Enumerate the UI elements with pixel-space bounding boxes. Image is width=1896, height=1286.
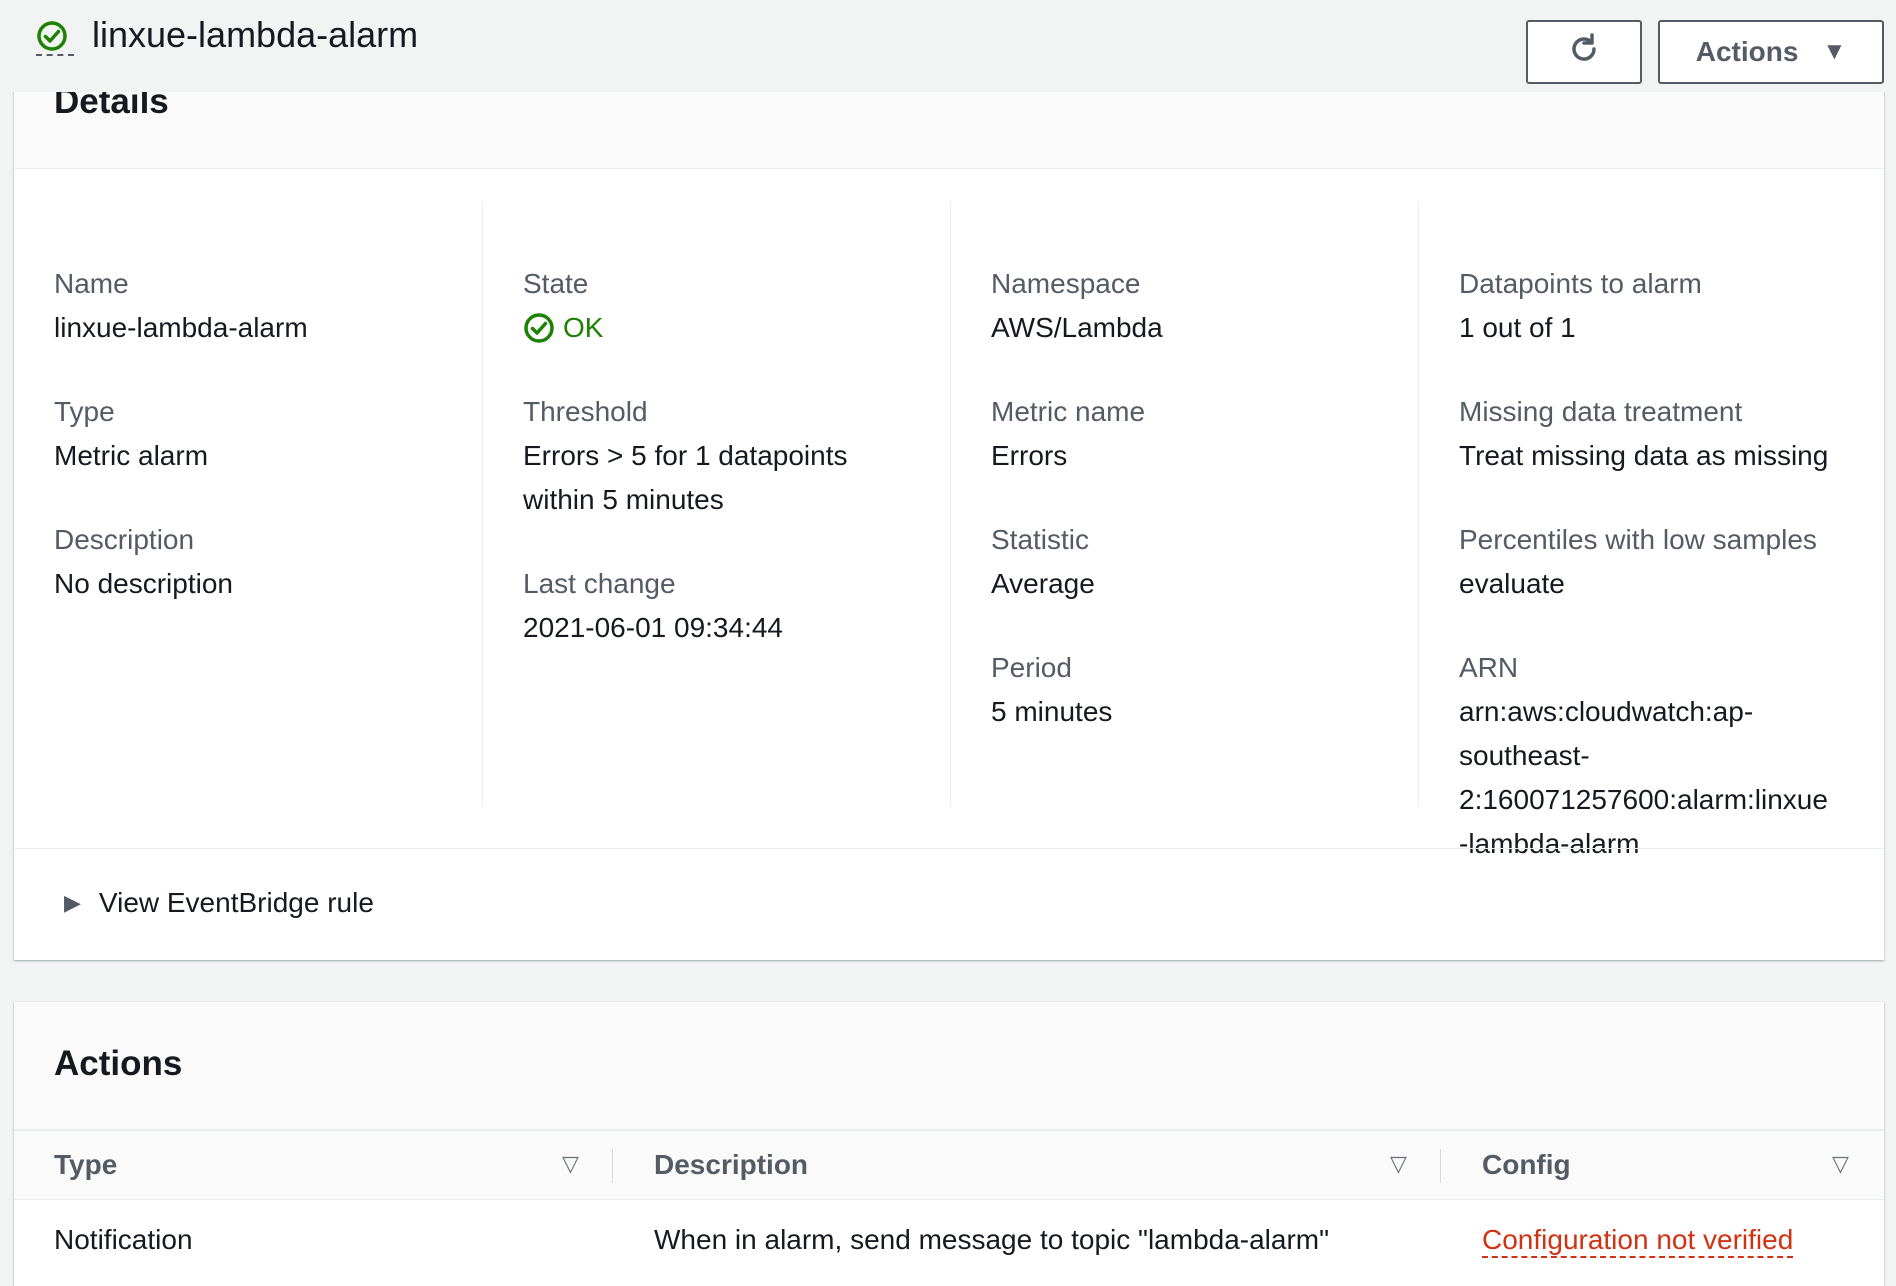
status-ok-icon bbox=[524, 313, 554, 343]
refresh-button[interactable] bbox=[1526, 20, 1642, 84]
state-label: State bbox=[523, 268, 589, 299]
details-column-3: Namespace AWS/Lambda Metric name Errors … bbox=[950, 202, 1418, 806]
config-not-verified-link[interactable]: Configuration not verified bbox=[1482, 1224, 1794, 1258]
last-change-field: Last change 2021-06-01 09:34:44 bbox=[523, 562, 783, 650]
actions-table-header: Type ▽ Description ▽ Config ▽ bbox=[14, 1130, 1884, 1200]
details-column-1: Name linxue-lambda-alarm Type Metric ala… bbox=[14, 202, 482, 806]
sort-icon[interactable]: ▽ bbox=[1832, 1151, 1849, 1177]
details-panel: Details Name linxue-lambda-alarm Type Me… bbox=[14, 60, 1884, 960]
details-column-4: Datapoints to alarm 1 out of 1 Missing d… bbox=[1418, 202, 1884, 859]
caret-down-icon: ▼ bbox=[1822, 38, 1847, 65]
column-divider[interactable] bbox=[612, 1149, 613, 1183]
arn-value-line-3: 2:160071257600:alarm:linxue bbox=[1459, 784, 1828, 815]
state-field: State OK bbox=[523, 262, 603, 350]
type-label: Type bbox=[54, 396, 115, 427]
name-field: Name linxue-lambda-alarm bbox=[54, 262, 308, 350]
last-change-value: 2021-06-01 09:34:44 bbox=[523, 612, 783, 643]
actions-panel: Actions Type ▽ Description ▽ Config ▽ No… bbox=[14, 1002, 1884, 1286]
threshold-value-line-1: Errors > 5 for 1 datapoints bbox=[523, 440, 848, 471]
state-text: OK bbox=[563, 312, 604, 343]
datapoints-value: 1 out of 1 bbox=[1459, 312, 1576, 343]
description-value: No description bbox=[54, 568, 233, 599]
column-divider[interactable] bbox=[1440, 1149, 1441, 1183]
actions-title: Actions bbox=[54, 1044, 183, 1083]
statistic-label: Statistic bbox=[991, 524, 1090, 555]
actions-panel-header: Actions bbox=[14, 1002, 1884, 1130]
period-field: Period 5 minutes bbox=[991, 646, 1112, 734]
statistic-value: Average bbox=[991, 568, 1095, 599]
metric-name-value: Errors bbox=[991, 440, 1068, 471]
sort-icon[interactable]: ▽ bbox=[562, 1151, 579, 1177]
period-value: 5 minutes bbox=[991, 696, 1113, 727]
datapoints-label: Datapoints to alarm bbox=[1459, 268, 1702, 299]
name-label: Name bbox=[54, 268, 129, 299]
namespace-field: Namespace AWS/Lambda bbox=[991, 262, 1163, 350]
actions-dropdown-label: Actions bbox=[1695, 36, 1799, 67]
statistic-field: Statistic Average bbox=[991, 518, 1095, 606]
percentiles-label: Percentiles with low samples bbox=[1459, 524, 1817, 555]
arn-label: ARN bbox=[1459, 652, 1519, 683]
threshold-label: Threshold bbox=[523, 396, 648, 427]
metric-name-label: Metric name bbox=[991, 396, 1146, 427]
datapoints-field: Datapoints to alarm 1 out of 1 bbox=[1459, 262, 1702, 350]
threshold-field: Threshold Errors > 5 for 1 datapoints wi… bbox=[523, 390, 848, 522]
status-ok-icon[interactable] bbox=[36, 14, 74, 56]
eventbridge-label: View EventBridge rule bbox=[98, 887, 374, 918]
row-type-cell: Notification bbox=[54, 1224, 193, 1255]
description-field: Description No description bbox=[54, 518, 233, 606]
actions-dropdown-button[interactable]: Actions ▼ bbox=[1658, 20, 1884, 84]
column-header-config[interactable]: Config bbox=[1482, 1131, 1571, 1199]
details-columns: Name linxue-lambda-alarm Type Metric ala… bbox=[14, 202, 1884, 866]
type-field: Type Metric alarm bbox=[54, 390, 208, 478]
arn-field: ARN arn:aws:cloudwatch:ap- southeast- 2:… bbox=[1459, 646, 1828, 866]
eventbridge-section: ▶ View EventBridge rule bbox=[14, 848, 1884, 962]
missing-data-label: Missing data treatment bbox=[1459, 396, 1743, 427]
eventbridge-expand-toggle[interactable]: ▶ View EventBridge rule bbox=[64, 887, 374, 919]
column-header-description[interactable]: Description bbox=[654, 1131, 808, 1199]
threshold-value-line-2: within 5 minutes bbox=[523, 484, 724, 515]
state-value: OK bbox=[523, 306, 603, 350]
row-description-cell: When in alarm, send message to topic "la… bbox=[654, 1224, 1330, 1255]
page-header: linxue-lambda-alarm Actions ▼ bbox=[0, 0, 1896, 92]
missing-data-field: Missing data treatment Treat missing dat… bbox=[1459, 390, 1828, 478]
title-group: linxue-lambda-alarm bbox=[36, 14, 418, 56]
percentiles-field: Percentiles with low samples evaluate bbox=[1459, 518, 1817, 606]
period-label: Period bbox=[991, 652, 1072, 683]
namespace-label: Namespace bbox=[991, 268, 1141, 299]
refresh-icon bbox=[1566, 31, 1602, 74]
table-row: Notification When in alarm, send message… bbox=[14, 1200, 1884, 1286]
name-value: linxue-lambda-alarm bbox=[54, 312, 308, 343]
metric-name-field: Metric name Errors bbox=[991, 390, 1145, 478]
missing-data-value: Treat missing data as missing bbox=[1459, 440, 1829, 471]
caret-right-icon: ▶ bbox=[64, 890, 81, 915]
last-change-label: Last change bbox=[523, 568, 676, 599]
arn-value-line-1: arn:aws:cloudwatch:ap- bbox=[1459, 696, 1754, 727]
namespace-value: AWS/Lambda bbox=[991, 312, 1163, 343]
page-title: linxue-lambda-alarm bbox=[92, 14, 419, 55]
type-value: Metric alarm bbox=[54, 440, 209, 471]
percentiles-value: evaluate bbox=[1459, 568, 1565, 599]
column-header-type[interactable]: Type bbox=[54, 1131, 117, 1199]
details-column-2: State OK Threshold Errors > 5 for 1 data… bbox=[482, 202, 950, 806]
sort-icon[interactable]: ▽ bbox=[1390, 1151, 1407, 1177]
description-label: Description bbox=[54, 524, 195, 555]
arn-value-line-2: southeast- bbox=[1459, 740, 1590, 771]
